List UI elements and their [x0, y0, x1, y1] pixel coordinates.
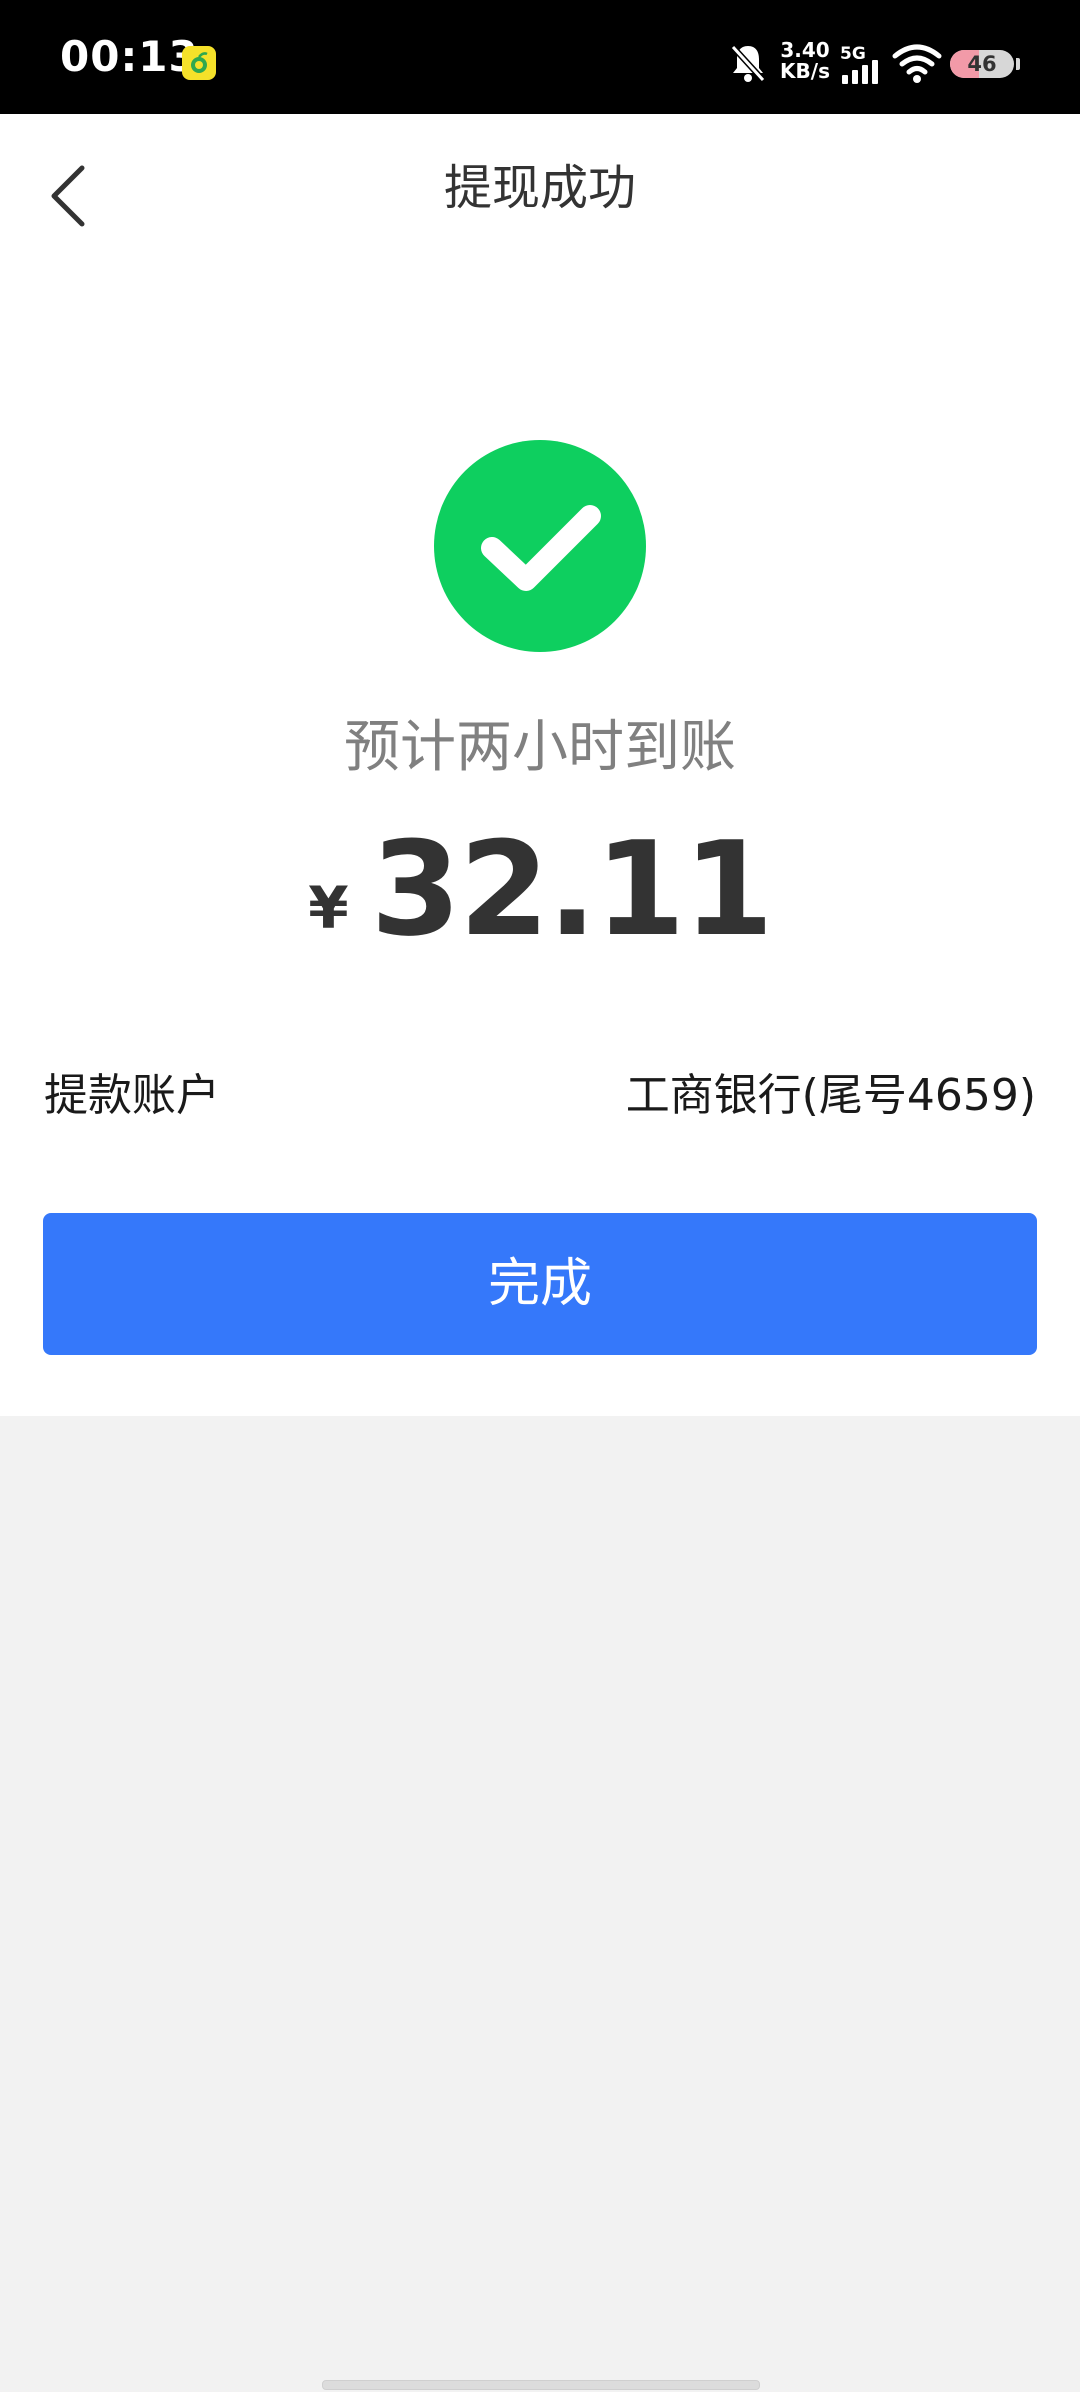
battery-tip	[1016, 58, 1020, 70]
withdraw-amount: ¥32.11	[0, 814, 1080, 964]
currency-symbol: ¥	[308, 874, 349, 942]
page-title: 提现成功	[443, 160, 636, 216]
net-speed-value: 3.40	[780, 38, 830, 62]
status-bar: 00:13 3.40 KB/s 5G 46	[0, 0, 1080, 114]
battery-level: 46	[967, 52, 997, 76]
wifi-icon	[892, 44, 942, 83]
app-notification-icon	[182, 46, 216, 80]
result-card: 提现成功 预计两小时到账 ¥32.11 提款账户 工商银行(尾号4659) 完成	[0, 114, 1080, 1416]
battery-icon: 46	[950, 50, 1014, 78]
home-indicator[interactable]	[322, 2380, 760, 2390]
net-speed-unit: KB/s	[780, 59, 830, 83]
done-button[interactable]: 完成	[43, 1213, 1037, 1355]
status-time: 00:13	[60, 32, 199, 81]
account-value: 工商银行(尾号4659)	[625, 1070, 1036, 1121]
net-speed: 3.40 KB/s	[778, 40, 832, 82]
account-label: 提款账户	[44, 1070, 220, 1121]
mute-bell-icon	[730, 44, 766, 83]
amount-value: 32.11	[370, 813, 774, 965]
check-circle-icon	[434, 440, 646, 652]
signal-icon	[842, 60, 878, 84]
arrival-estimate: 预计两小时到账	[344, 715, 736, 780]
